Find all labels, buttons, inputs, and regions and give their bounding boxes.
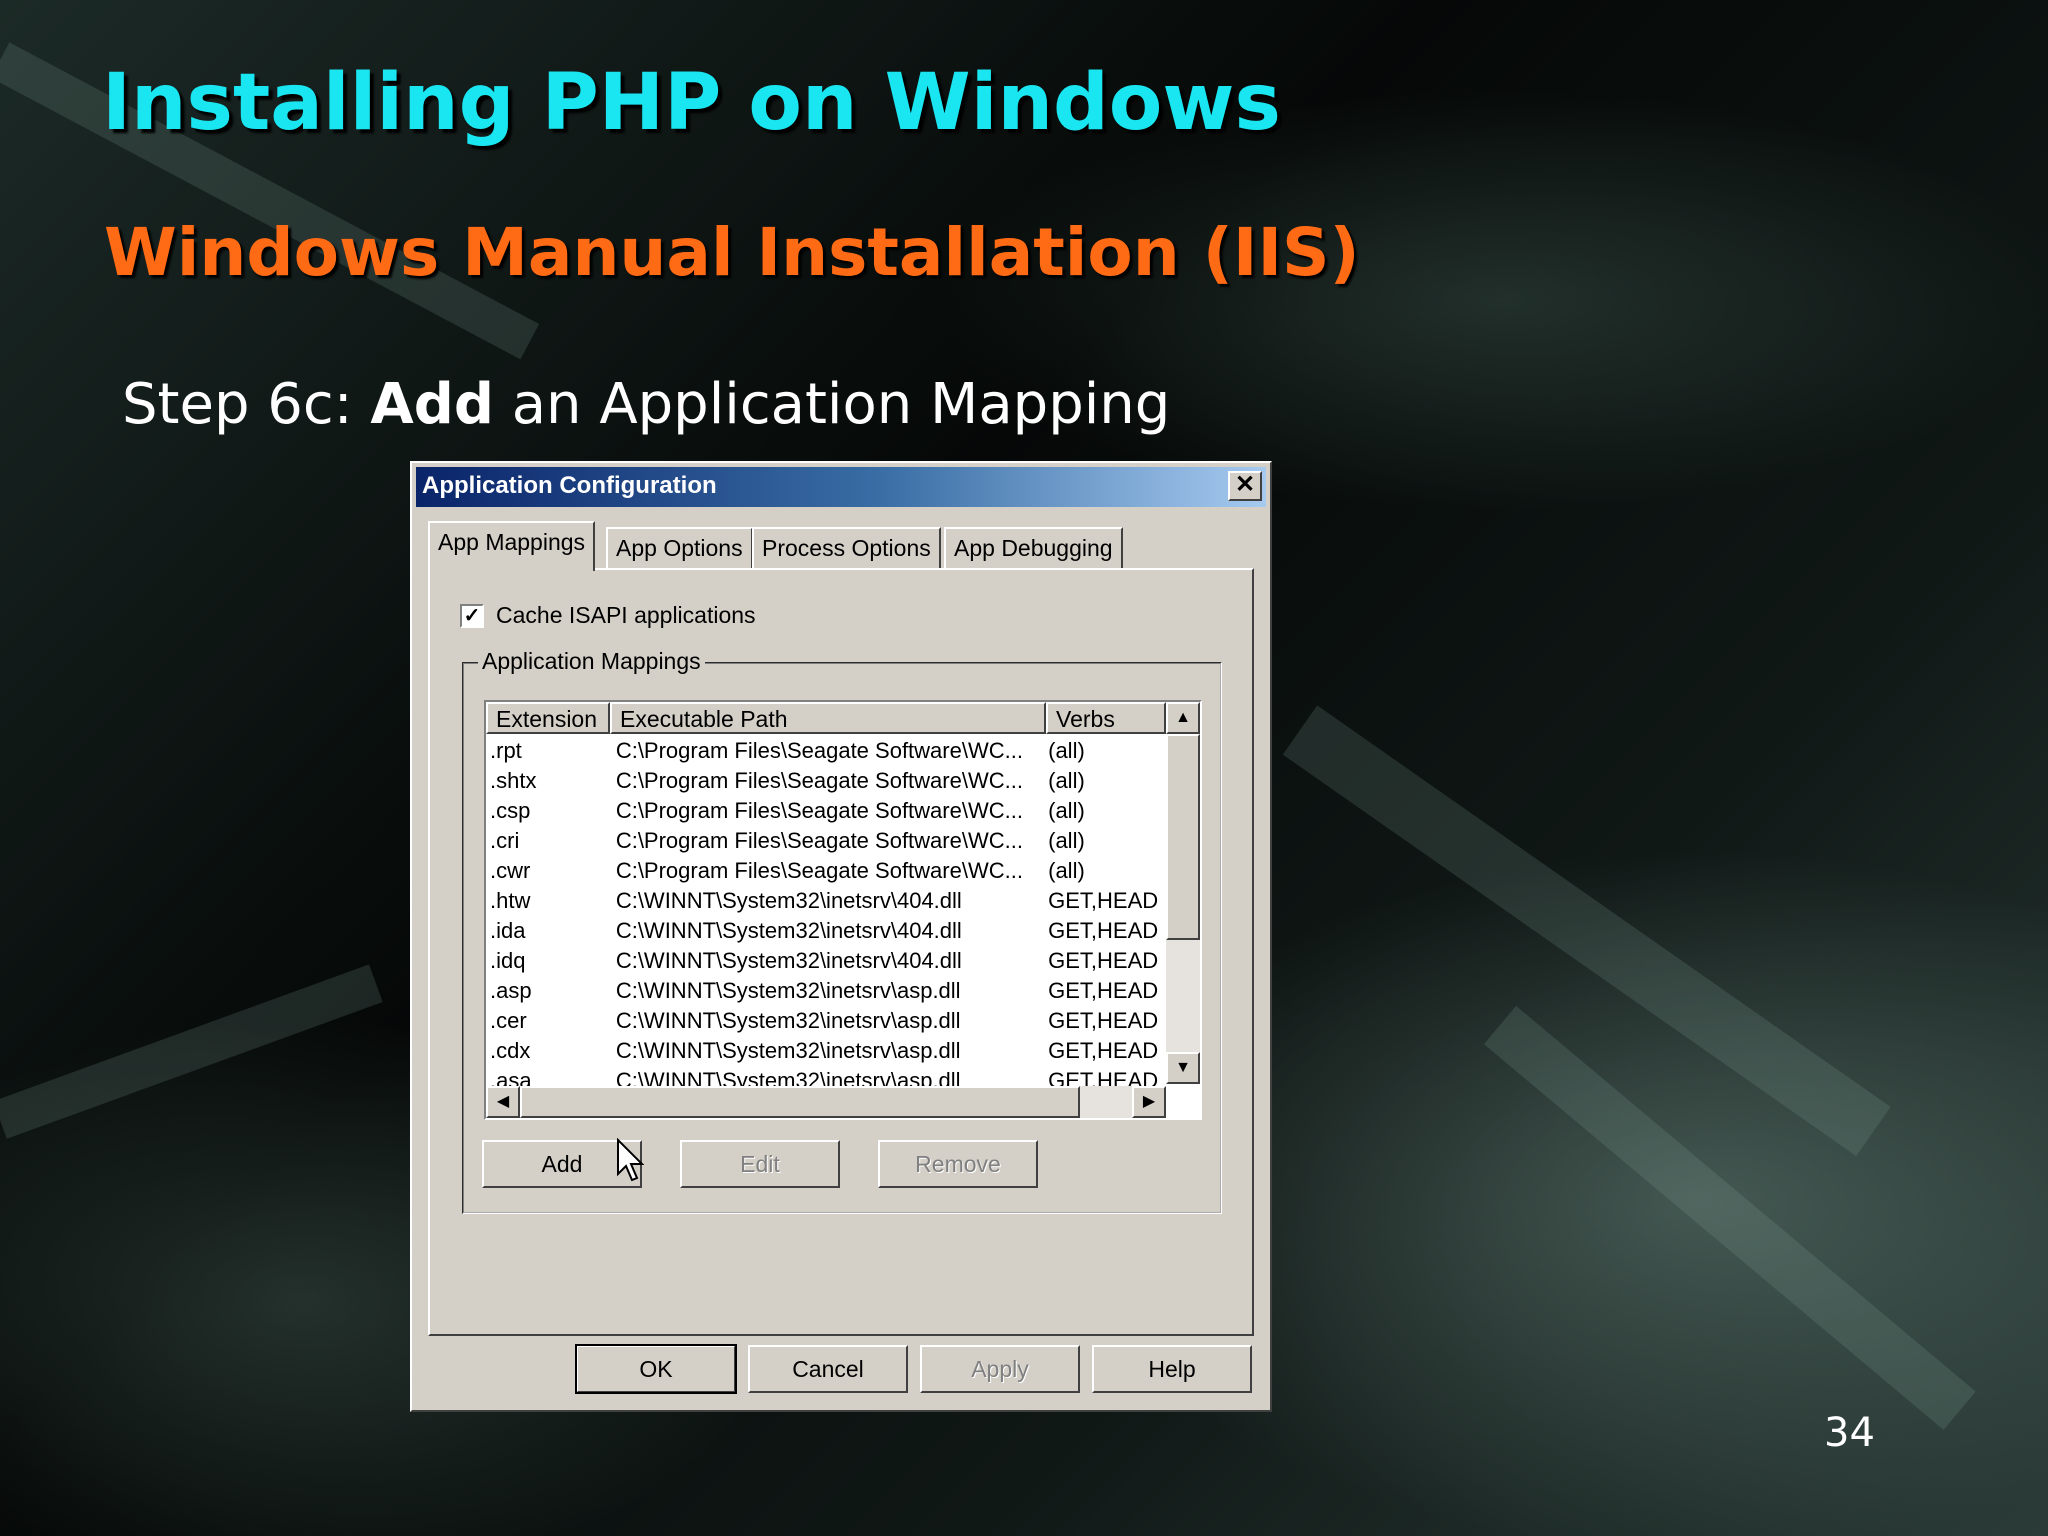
row-extension: .rpt [490,738,522,763]
table-row[interactable]: .shtx C:\Program Files\Seagate Software\W… [486,766,1166,796]
row-verbs: (all) [1048,828,1085,853]
apply-button[interactable]: Apply [920,1345,1080,1393]
scroll-right-icon: ▶ [1142,1093,1156,1110]
horizontal-scroll-thumb[interactable] [520,1086,1080,1118]
scroll-left-button[interactable]: ◀ [486,1086,520,1118]
row-executable-path: C:\Program Files\Seagate Software\WC... [615,828,1023,853]
step-text: Step 6c: Add an Application Mapping [122,372,1170,437]
row-verbs: GET,HEAD [1048,948,1159,973]
list-header: Extension Executable Path Verbs [486,702,1166,734]
column-extension[interactable]: Extension [486,702,610,734]
row-verbs: (all) [1048,858,1085,883]
table-row[interactable]: .idq C:\WINNT\System32\inetsrv\404.dll GET… [486,946,1166,976]
step-rest: an Application Mapping [493,372,1171,437]
row-verbs: GET,HEAD [1048,978,1159,1003]
row-verbs: GET,HEAD [1048,1008,1159,1033]
row-extension: .asa [490,1068,532,1088]
scroll-up-icon: ▲ [1175,709,1191,726]
tab-app-mappings[interactable]: App Mappings [428,521,596,571]
slide-number: 34 [1824,1410,1875,1456]
row-extension: .csp [490,798,531,823]
cache-isapi-checkbox[interactable]: ✓ [460,603,484,628]
row-executable-path: C:\Program Files\Seagate Software\WC... [615,738,1023,763]
scroll-right-button[interactable]: ▶ [1132,1086,1166,1118]
row-executable-path: C:\WINNT\System32\inetsrv\404.dll [615,918,962,943]
row-verbs: (all) [1048,738,1085,763]
slide-subtitle: Windows Manual Installation (IIS) [104,214,1360,291]
row-executable-path: C:\WINNT\System32\inetsrv\404.dll [615,948,962,973]
row-verbs: GET,HEAD [1048,1038,1159,1063]
group-label: Application Mappings [478,648,705,675]
table-row[interactable]: .rpt C:\Program Files\Seagate Software\WC… [486,736,1166,766]
scroll-left-icon: ◀ [496,1093,510,1110]
vertical-scrollbar[interactable]: ▲ ▼ [1166,702,1200,1084]
dialog-titlebar[interactable]: Application Configuration ✕ [416,467,1266,507]
row-verbs: GET,HEAD [1048,888,1159,913]
table-row[interactable]: .cer C:\WINNT\System32\inetsrv\asp.dll GET… [486,1006,1166,1036]
row-verbs: (all) [1048,798,1085,823]
row-executable-path: C:\WINNT\System32\inetsrv\404.dll [615,888,962,913]
row-extension: .cri [490,828,520,853]
tab-app-debugging[interactable]: App Debugging [944,527,1123,569]
row-extension: .cwr [490,858,531,883]
scroll-down-icon: ▼ [1175,1059,1191,1076]
row-verbs: GET,HEAD [1048,918,1159,943]
horizontal-scrollbar[interactable]: ◀ ▶ [486,1086,1166,1118]
row-executable-path: C:\Program Files\Seagate Software\WC... [615,798,1023,823]
tab-process-options[interactable]: Process Options [752,527,941,569]
table-row[interactable]: .cdx C:\WINNT\System32\inetsrv\asp.dll GET… [486,1036,1166,1066]
application-mappings-group: Application Mappings Extension Executabl… [462,648,1222,1214]
close-icon: ✕ [1234,471,1256,498]
mouse-cursor-icon [617,1138,645,1182]
ok-button[interactable]: OK [575,1344,737,1394]
step-bold: Add [370,372,494,437]
table-row[interactable]: .csp C:\Program Files\Seagate Software\WC… [486,796,1166,826]
column-verbs[interactable]: Verbs [1046,702,1166,734]
row-executable-path: C:\WINNT\System32\inetsrv\asp.dll [615,1008,961,1033]
row-extension: .idq [490,948,526,973]
row-extension: .cdx [490,1038,531,1063]
scroll-up-button[interactable]: ▲ [1166,702,1200,734]
cache-isapi-label: Cache ISAPI applications [496,602,756,628]
row-extension: .asp [490,978,532,1003]
table-row[interactable]: .ida C:\WINNT\System32\inetsrv\404.dll GET… [486,916,1166,946]
tab-app-options[interactable]: App Options [606,527,753,569]
vertical-scroll-thumb[interactable] [1166,734,1200,940]
row-executable-path: C:\Program Files\Seagate Software\WC... [615,858,1023,883]
table-row[interactable]: .cwr C:\Program Files\Seagate Software\WC… [486,856,1166,886]
row-executable-path: C:\WINNT\System32\inetsrv\asp.dll [615,978,961,1003]
column-executable-path[interactable]: Executable Path [610,702,1046,734]
row-extension: .htw [490,888,531,913]
slide-title: Installing PHP on Windows [102,58,1281,148]
table-row[interactable]: .htw C:\WINNT\System32\inetsrv\404.dll GET… [486,886,1166,916]
row-executable-path: C:\WINNT\System32\inetsrv\asp.dll [615,1038,961,1063]
cancel-button[interactable]: Cancel [748,1345,908,1393]
application-configuration-dialog: Application Configuration ✕ App Mappings… [410,461,1272,1412]
dialog-title: Application Configuration [422,472,717,499]
mappings-list[interactable]: Extension Executable Path Verbs .rpt C:\P… [484,700,1202,1120]
edit-button[interactable]: Edit [680,1140,840,1188]
list-rows: .rpt C:\Program Files\Seagate Software\WC… [486,736,1166,1088]
row-verbs: GET,HEAD [1048,1068,1159,1088]
row-executable-path: C:\WINNT\System32\inetsrv\asp.dll [615,1068,961,1088]
close-button[interactable]: ✕ [1228,471,1262,501]
row-executable-path: C:\Program Files\Seagate Software\WC... [615,768,1023,793]
row-extension: .ida [490,918,526,943]
table-row[interactable]: .asp C:\WINNT\System32\inetsrv\asp.dll GET… [486,976,1166,1006]
row-extension: .cer [490,1008,527,1033]
help-button[interactable]: Help [1092,1345,1252,1393]
step-prefix: Step 6c: [122,372,371,437]
row-verbs: (all) [1048,768,1085,793]
remove-button[interactable]: Remove [878,1140,1038,1188]
app-mappings-panel: ✓ Cache ISAPI applications Application M… [428,568,1254,1336]
table-row[interactable]: .asa C:\WINNT\System32\inetsrv\asp.dll GET… [486,1066,1166,1088]
row-extension: .shtx [490,768,537,793]
table-row[interactable]: .cri C:\Program Files\Seagate Software\WC… [486,826,1166,856]
scroll-down-button[interactable]: ▼ [1166,1052,1200,1084]
cache-isapi-row[interactable]: ✓ Cache ISAPI applications [460,602,756,629]
